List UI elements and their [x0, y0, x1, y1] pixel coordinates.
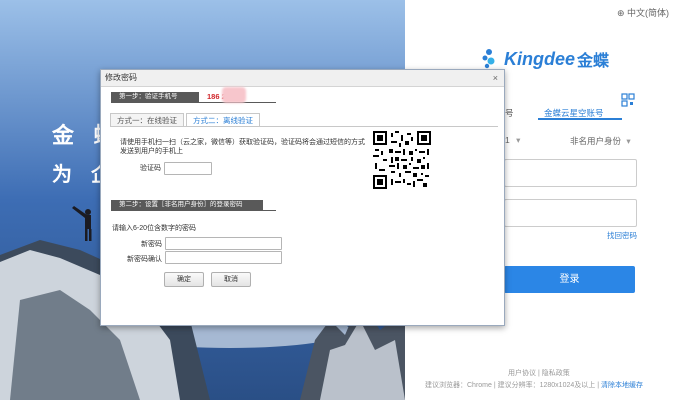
step1-header: 第一步：验证手机号 — [111, 92, 199, 102]
logo-text: Kingdee — [504, 48, 576, 69]
clear-cache-link[interactable]: 清除本地缓存 — [601, 382, 643, 389]
chevron-down-icon: ▾ — [516, 135, 521, 145]
code-label: 验证码 — [140, 165, 161, 172]
change-password-dialog: 修改密码 × — [100, 69, 505, 326]
datacenter-select[interactable]: 1 ▾ — [505, 135, 520, 146]
datacenter-select-value: 1 — [505, 135, 510, 145]
globe-icon: ⊕ — [616, 8, 625, 18]
chevron-down-icon: ▾ — [626, 136, 631, 146]
browser-hint: 建议浏览器：Chrome | 建议分辨率：1280x1024及以上 | — [425, 382, 601, 389]
login-button[interactable]: 登录 — [504, 266, 635, 293]
new-password-input[interactable] — [165, 237, 282, 250]
tab-divider — [110, 126, 498, 127]
forgot-password-link[interactable]: 找回密码 — [607, 230, 637, 241]
footer-links[interactable]: 用户协议 | 隐私政策 — [508, 368, 570, 378]
new-password-label: 新密码 — [141, 241, 162, 248]
tab-offline-verify[interactable]: 方式二：离线验证 — [186, 113, 260, 127]
step2-divider — [111, 210, 276, 211]
password-hint: 请输入6-20位含数字的密码 — [112, 225, 197, 232]
confirm-password-input[interactable] — [165, 251, 282, 264]
confirm-button[interactable]: 确定 — [164, 272, 204, 287]
tab-other-account[interactable]: 号 — [505, 107, 514, 119]
instruction-line-2: 发送到用户的手机上 — [120, 148, 183, 155]
logo-cn: 金蝶 — [577, 53, 610, 70]
step1-divider — [111, 102, 276, 103]
language-selector[interactable]: ⊕ 中文(简体) — [617, 6, 669, 19]
username-input[interactable] — [504, 159, 637, 187]
password-input[interactable] — [504, 199, 637, 227]
close-icon[interactable]: × — [493, 70, 498, 86]
phone-redaction — [222, 87, 246, 103]
identity-select-value: 非名用户身份 — [570, 136, 622, 146]
footer-info: 建议浏览器：Chrome | 建议分辨率：1280x1024及以上 | 清除本地… — [425, 380, 643, 390]
verification-code-input[interactable] — [164, 162, 212, 175]
confirm-password-label: 新密码确认 — [127, 256, 162, 263]
kingdee-logo-icon — [482, 49, 495, 69]
cancel-button[interactable]: 取消 — [211, 272, 251, 287]
qr-login-icon[interactable] — [621, 93, 635, 107]
tab-active-underline — [538, 118, 622, 120]
qr-code — [372, 131, 432, 189]
dialog-titlebar: 修改密码 × — [101, 70, 504, 87]
dialog-title: 修改密码 — [105, 73, 137, 82]
language-label: 中文(简体) — [627, 8, 669, 18]
tab-online-verify[interactable]: 方式一：在线验证 — [110, 113, 184, 127]
instruction-line-1: 请使用手机扫一扫（云之家，微信等）获取验证码，验证码将会通过短信的方式 — [120, 139, 365, 146]
identity-select[interactable]: 非名用户身份 ▾ — [570, 135, 631, 147]
kingdee-logo: Kingdee 金蝶 — [482, 47, 609, 71]
step2-header: 第二步：设置［非名用户身份］的登录密码 — [111, 200, 263, 210]
